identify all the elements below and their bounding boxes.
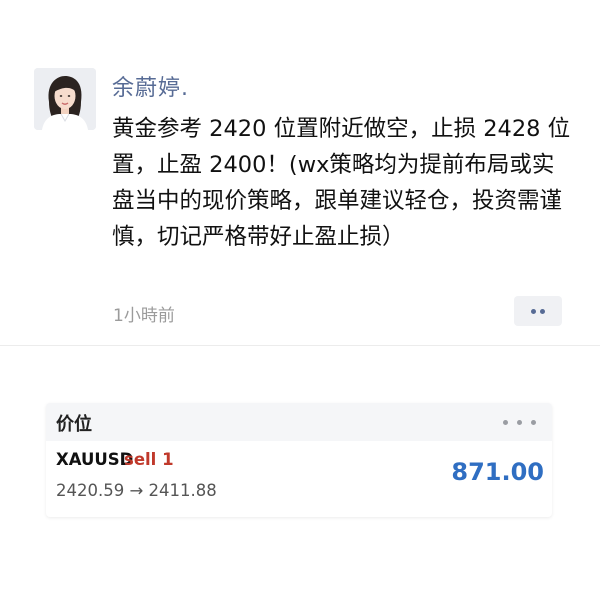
trade-symbol: XAUUSD (56, 450, 134, 469)
avatar[interactable] (34, 68, 96, 130)
post-text: 黄金参考 2420 位置附近做空，止损 2428 位置，止盈 2400！(wx策… (112, 116, 571, 250)
divider (0, 345, 600, 346)
trade-profit: 871.00 (451, 458, 544, 486)
more-dots-icon (540, 309, 545, 314)
trade-card-header: 价位 (46, 403, 552, 441)
author-name[interactable]: 余蔚婷. (112, 70, 189, 102)
trade-card-title: 价位 (56, 414, 92, 435)
card-menu-icon[interactable] (502, 419, 538, 427)
post-timestamp: 1小時前 (113, 306, 175, 326)
more-options-button[interactable] (514, 296, 562, 326)
trade-price-range: 2420.59 → 2411.88 (56, 481, 217, 500)
more-dots-icon (531, 309, 536, 314)
trade-card[interactable]: 价位 XAUUSD sell 1 2420.59 → 2411.88 871.0… (46, 403, 552, 517)
avatar-photo (34, 68, 96, 130)
trade-side: sell 1 (124, 450, 174, 469)
